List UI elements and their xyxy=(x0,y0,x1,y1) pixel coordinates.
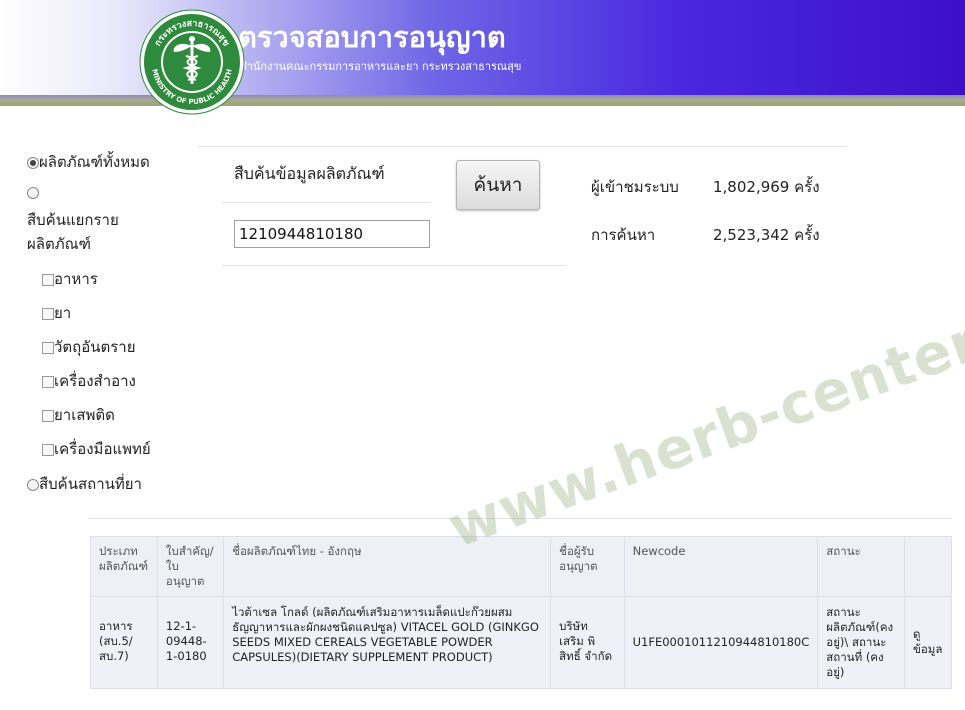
radio-all-products-label: ผลิตภัณฑ์ทั้งหมด xyxy=(39,153,150,171)
checkbox-icon[interactable] xyxy=(42,375,54,388)
radio-pharmacy-search-label: สืบค้นสถานที่ยา xyxy=(39,475,142,493)
checkbox-narcotics[interactable]: ยาเสพติด xyxy=(42,403,115,427)
col-header-status: สถานะ xyxy=(817,536,906,597)
col-header-licensee: ชื่อผู้รับอนุญาต xyxy=(550,536,625,597)
search-input[interactable] xyxy=(234,220,430,248)
divider xyxy=(88,518,952,519)
checkbox-narcotics-label: ยาเสพติด xyxy=(54,406,115,424)
table-header-row: ประเภทผลิตภัณฑ์ ใบสำคัญ/ ใบอนุญาต ชื่อผล… xyxy=(90,536,952,597)
divider xyxy=(222,202,430,203)
view-details-link[interactable]: ดูข้อมูล xyxy=(904,596,952,689)
checkbox-food[interactable]: อาหาร xyxy=(42,267,98,291)
col-header-license: ใบสำคัญ/ ใบอนุญาต xyxy=(156,536,225,597)
visitors-value: 1,802,969 ครั้ง xyxy=(713,178,820,196)
page-subtitle: สำนักงานคณะกรรมการอาหารและยา กระทรวงสาธา… xyxy=(240,60,522,73)
checkbox-icon[interactable] xyxy=(42,273,54,286)
col-header-product-name: ชื่อผลิตภัณฑ์ไทย - อังกฤษ xyxy=(223,536,552,597)
divider xyxy=(198,146,846,147)
cell-license: 12-1-09448-1-0180 xyxy=(156,596,225,689)
cell-status: สถานะผลิตภัณฑ์(คงอยู่)\ สถานะสถานที่ (คง… xyxy=(817,596,906,689)
checkbox-drug[interactable]: ยา xyxy=(42,301,71,325)
radio-selected-icon[interactable] xyxy=(27,156,39,169)
radio-unselected-icon[interactable] xyxy=(27,478,39,491)
ministry-logo-icon: กระทรวงสาธารณสุข MINISTRY OF PUBLIC HEAL… xyxy=(139,9,245,115)
checkbox-hazardous[interactable]: วัตถุอันตราย xyxy=(42,335,136,359)
searches-label: การค้นหา xyxy=(591,226,656,244)
col-header-newcode: Newcode xyxy=(623,536,819,597)
search-heading: สืบค้นข้อมูลผลิตภัณฑ์ xyxy=(234,164,385,183)
radio-by-type-label-1: สืบค้นแยกราย xyxy=(27,211,119,229)
checkbox-cosmetics-label: เครื่องสำอาง xyxy=(54,372,136,390)
checkbox-icon[interactable] xyxy=(42,341,54,354)
watermark: www.herb-center.com xyxy=(440,258,965,562)
checkbox-medical-devices[interactable]: เครื่องมือแพทย์ xyxy=(42,437,151,461)
radio-by-type-label-2: ผลิตภัณฑ์ xyxy=(27,235,91,253)
cell-type: อาหาร (สบ.5/ สบ.7) xyxy=(90,596,158,689)
search-button[interactable]: ค้นหา xyxy=(456,160,540,210)
cell-licensee: บริษัท เสริม พิสิทธิ์ จำกัด xyxy=(550,596,625,689)
checkbox-hazardous-label: วัตถุอันตราย xyxy=(54,338,136,356)
checkbox-icon[interactable] xyxy=(42,409,54,422)
checkbox-icon[interactable] xyxy=(42,307,54,320)
cell-newcode: U1FE0001011210944810180C xyxy=(623,596,819,689)
radio-all-products[interactable]: ผลิตภัณฑ์ทั้งหมด xyxy=(27,150,150,174)
checkbox-icon[interactable] xyxy=(42,443,54,456)
checkbox-medical-devices-label: เครื่องมือแพทย์ xyxy=(54,440,151,458)
results-table: ประเภทผลิตภัณฑ์ ใบสำคัญ/ ใบอนุญาต ชื่อผล… xyxy=(90,536,952,689)
checkbox-food-label: อาหาร xyxy=(54,270,98,288)
table-row: อาหาร (สบ.5/ สบ.7) 12-1-09448-1-0180 ไวต… xyxy=(90,596,952,689)
searches-value: 2,523,342 ครั้ง xyxy=(713,226,820,244)
page-title: ตรวจสอบการอนุญาต xyxy=(238,20,506,54)
divider xyxy=(222,265,566,266)
cell-product-name: ไวต้าเซล โกลด์ (ผลิตภัณฑ์เสริมอาหารเมล็ด… xyxy=(223,596,552,689)
radio-unselected-icon[interactable] xyxy=(27,186,39,199)
visitors-label: ผู้เข้าชมระบบ xyxy=(591,178,679,196)
checkbox-drug-label: ยา xyxy=(54,304,72,322)
col-header-type: ประเภทผลิตภัณฑ์ xyxy=(90,536,158,597)
radio-pharmacy-search[interactable]: สืบค้นสถานที่ยา xyxy=(27,472,142,496)
checkbox-cosmetics[interactable]: เครื่องสำอาง xyxy=(42,369,136,393)
radio-by-type[interactable] xyxy=(27,183,39,201)
col-header-action xyxy=(904,536,952,597)
